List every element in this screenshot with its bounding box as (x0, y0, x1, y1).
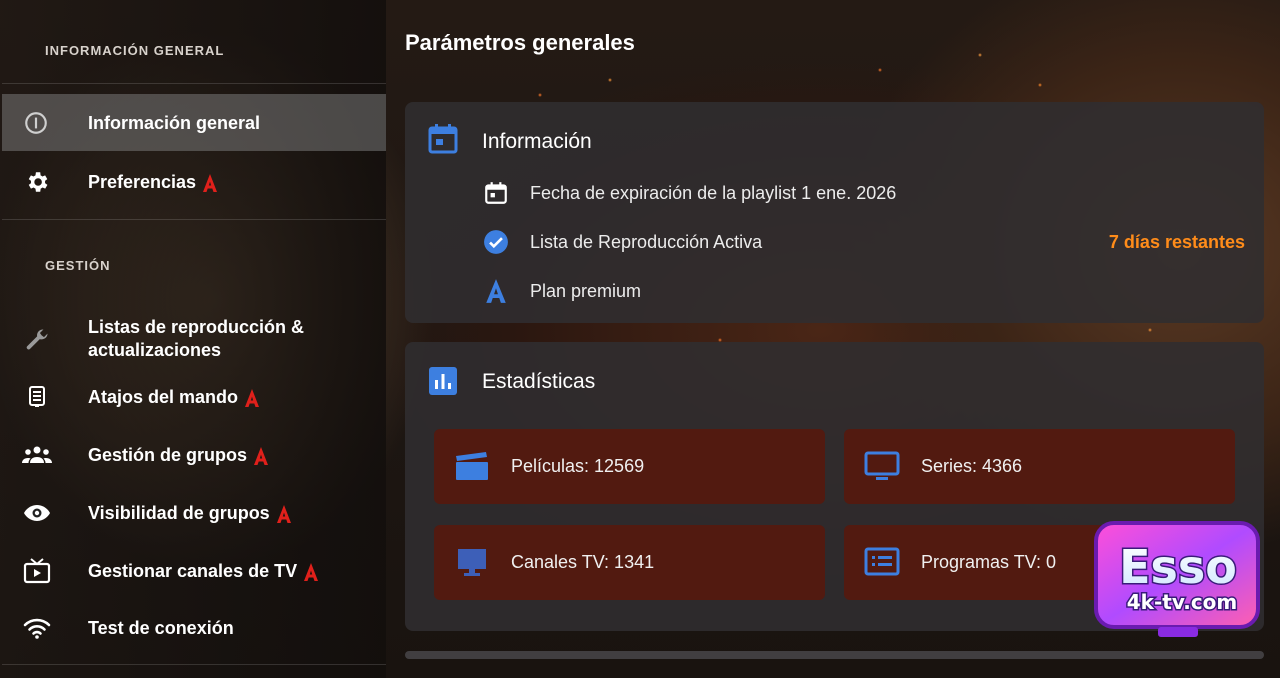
info-row-plan: Plan premium (483, 275, 1245, 305)
sidebar-item-atajos-mando[interactable]: Atajos del mando (2, 370, 386, 426)
page-title: Parámetros generales (405, 30, 635, 55)
svg-text:Esso: Esso (1119, 540, 1237, 594)
monitor-icon (864, 450, 902, 484)
divider (2, 219, 386, 220)
info-row-active: Lista de Reproducción Activa 7 días rest… (483, 226, 1245, 256)
stat-programs-text: Programas TV: 0 (921, 552, 1057, 572)
sidebar-item-label: Listas de reproducción & actualizaciones (88, 317, 305, 360)
days-remaining: 7 días restantes (1108, 232, 1245, 252)
stat-movies-text: Películas: 12569 (511, 456, 645, 476)
sidebar-item-label: Visibilidad de grupos (88, 502, 292, 525)
gear-icon (22, 167, 52, 197)
wifi-icon (22, 613, 52, 643)
stat-series: Series: 4366 (844, 429, 1235, 504)
premium-a-icon (203, 174, 218, 193)
sidebar-item-label: Test de conexión (88, 618, 234, 638)
stat-channels-text: Canales TV: 1341 (511, 552, 655, 572)
sidebar-item-visibilidad-grupos[interactable]: Visibilidad de grupos (2, 486, 386, 542)
calendar-icon (427, 123, 459, 155)
next-card-edge (405, 651, 1264, 659)
premium-a-icon (245, 389, 260, 408)
stat-series-text: Series: 4366 (921, 456, 1023, 476)
remote-icon (22, 382, 52, 412)
bar-chart-icon (427, 365, 459, 397)
tv-icon (22, 556, 52, 586)
info-row-expiration: Fecha de expiración de la playlist 1 ene… (483, 177, 1245, 207)
premium-a-icon (254, 447, 269, 466)
info-card-title: Información (482, 130, 592, 153)
plan-text: Plan premium (530, 281, 642, 301)
sidebar-item-label: Gestionar canales de TV (88, 560, 319, 583)
premium-a-icon (276, 505, 291, 524)
guide-list-icon (864, 546, 902, 580)
sidebar-item-informacion-general[interactable]: Información general (2, 94, 386, 151)
premium-a-icon (304, 563, 319, 582)
sidebar-item-label: Atajos del mando (88, 386, 260, 409)
info-card: Información Fecha de expiración de la pl… (405, 102, 1264, 323)
wrench-icon (22, 325, 52, 355)
stat-movies: Películas: 12569 (434, 429, 825, 504)
sidebar-item-label: Gestión de grupos (88, 444, 269, 467)
stat-channels: Canales TV: 1341 (434, 525, 825, 600)
divider (2, 664, 386, 665)
sidebar-item-label: Preferencias (88, 171, 218, 194)
expiration-text: Fecha de expiración de la playlist 1 ene… (530, 183, 897, 203)
svg-text:4k-tv.com: 4k-tv.com (1127, 590, 1238, 614)
desktop-icon (454, 546, 492, 580)
active-playlist-text: Lista de Reproducción Activa (530, 232, 763, 252)
sidebar-item-gestion-grupos[interactable]: Gestión de grupos (2, 428, 386, 484)
sidebar-item-gestionar-canales[interactable]: Gestionar canales de TV (2, 544, 386, 600)
sidebar-item-test-conexion[interactable]: Test de conexión (2, 601, 386, 657)
section-title-general: INFORMACIÓN GENERAL (45, 43, 225, 58)
watermark-logo: Esso 4k-tv.com (1088, 517, 1268, 641)
premium-a-icon (483, 278, 509, 304)
sidebar-item-label: Información general (88, 113, 261, 133)
section-title-management: GESTIÓN (45, 258, 111, 273)
movie-icon (454, 450, 492, 484)
stats-card-title: Estadísticas (482, 370, 596, 393)
info-icon (21, 108, 51, 138)
sidebar: INFORMACIÓN GENERAL Información general … (0, 0, 386, 678)
sidebar-item-listas-reproduccion[interactable]: Listas de reproducción & actualizaciones (2, 312, 386, 368)
calendar-icon (483, 180, 509, 206)
divider (2, 83, 386, 84)
sidebar-item-preferencias[interactable]: Preferencias (2, 153, 386, 211)
groups-icon (22, 440, 52, 470)
check-circle-icon (483, 229, 509, 255)
eye-icon (22, 498, 52, 528)
